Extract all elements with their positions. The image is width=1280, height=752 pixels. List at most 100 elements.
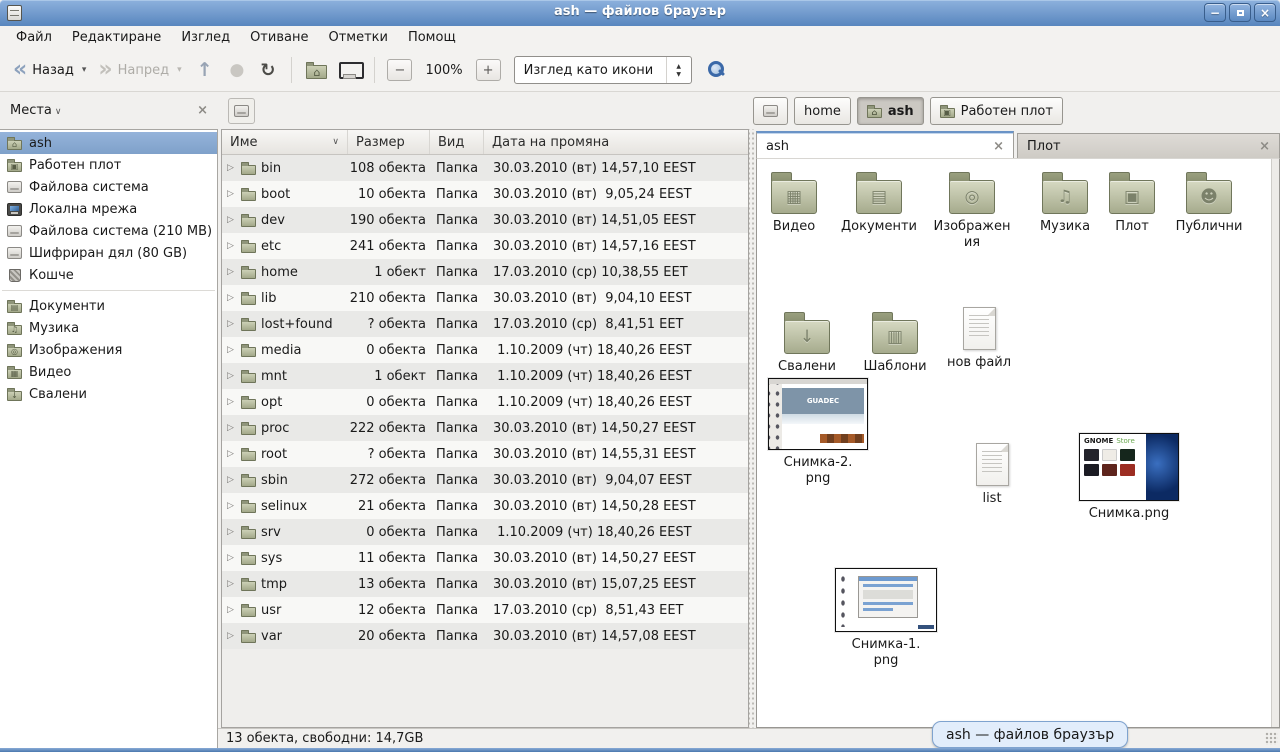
- computer-button[interactable]: [334, 58, 365, 83]
- path-button-desktop[interactable]: ▣ Работен плот: [930, 97, 1063, 125]
- icon-view-pane[interactable]: ▦ Видео ▤ Документи ◎ Изображения ♫ Музи…: [756, 158, 1280, 728]
- expander-icon[interactable]: ▷: [227, 475, 236, 485]
- minimize-button[interactable]: −: [1204, 3, 1226, 22]
- titlebar[interactable]: ash — файлов браузър − ×: [0, 0, 1280, 26]
- expander-icon[interactable]: ▷: [227, 319, 236, 329]
- resize-grip[interactable]: [1265, 732, 1278, 745]
- expander-icon[interactable]: ▷: [227, 605, 236, 615]
- expander-icon[interactable]: ▷: [227, 397, 236, 407]
- sidebar-item-documents[interactable]: ▤Документи: [0, 295, 217, 317]
- table-row[interactable]: ▷lost+found? обектаПапка17.03.2010 (ср) …: [222, 311, 748, 337]
- file-icon-list[interactable]: list: [961, 443, 1023, 507]
- path-button-home[interactable]: home: [794, 97, 851, 125]
- file-icon-snimka[interactable]: GNOMEStore Снимка.png: [1075, 433, 1183, 522]
- menu-go[interactable]: Отиване: [240, 27, 318, 48]
- table-row[interactable]: ▷srv0 обектаПапка 1.10.2009 (чт) 18,40,2…: [222, 519, 748, 545]
- column-header-size[interactable]: Размер: [348, 130, 430, 154]
- menu-help[interactable]: Помощ: [398, 27, 466, 48]
- column-header-name[interactable]: Име∨: [222, 130, 348, 154]
- file-icon-snimka-2[interactable]: GUADEC Снимка-2.png: [767, 378, 869, 487]
- table-row[interactable]: ▷sys11 обектаПапка30.03.2010 (вт) 14,50,…: [222, 545, 748, 571]
- sidebar-item-network[interactable]: Локална мрежа: [0, 198, 217, 220]
- file-icon-public[interactable]: ☻ Публични: [1163, 171, 1255, 235]
- sidebar-item-images[interactable]: ◎Изображения: [0, 339, 217, 361]
- table-row[interactable]: ▷media0 обектаПапка 1.10.2009 (чт) 18,40…: [222, 337, 748, 363]
- expander-icon[interactable]: ▷: [227, 631, 236, 641]
- close-button[interactable]: ×: [1254, 3, 1276, 22]
- back-button[interactable]: « Назад ▾: [8, 58, 91, 82]
- pane-splitter[interactable]: [749, 129, 756, 728]
- menu-view[interactable]: Изглед: [171, 27, 240, 48]
- expander-icon[interactable]: ▷: [227, 163, 236, 173]
- file-icon-snimka-1[interactable]: Снимка-1.png: [834, 568, 938, 669]
- table-row[interactable]: ▷opt0 обектаПапка 1.10.2009 (чт) 18,40,2…: [222, 389, 748, 415]
- zoom-out-button[interactable]: −: [387, 59, 412, 81]
- sidebar-item-ash[interactable]: ⌂ash: [0, 132, 217, 154]
- expander-icon[interactable]: ▷: [227, 241, 236, 251]
- expander-icon[interactable]: ▷: [227, 345, 236, 355]
- sidebar-item-video[interactable]: ▦Видео: [0, 361, 217, 383]
- table-row[interactable]: ▷home1 обектПапка17.03.2010 (ср) 10,38,5…: [222, 259, 748, 285]
- expander-icon[interactable]: ▷: [227, 215, 236, 225]
- file-icon-video[interactable]: ▦ Видео: [759, 171, 829, 235]
- path-button-filesystem[interactable]: [753, 97, 788, 125]
- sidebar-item-downloads[interactable]: ↓Свалени: [0, 383, 217, 405]
- table-row[interactable]: ▷var20 обектаПапка30.03.2010 (вт) 14,57,…: [222, 623, 748, 649]
- table-row[interactable]: ▷selinux21 обектаПапка30.03.2010 (вт) 14…: [222, 493, 748, 519]
- path-button-ash[interactable]: ⌂ ash: [857, 97, 924, 125]
- sidebar-item-encrypted-80gb[interactable]: Шифриран дял (80 GB): [0, 242, 217, 264]
- maximize-button[interactable]: [1229, 3, 1251, 22]
- sidebar-close-icon[interactable]: ×: [197, 103, 208, 118]
- table-row[interactable]: ▷boot10 обектаПапка30.03.2010 (вт) 9,05,…: [222, 181, 748, 207]
- table-row[interactable]: ▷mnt1 обектПапка 1.10.2009 (чт) 18,40,26…: [222, 363, 748, 389]
- file-icon-desktop[interactable]: ▣ Плот: [1101, 171, 1163, 235]
- reload-button[interactable]: ↻: [253, 57, 282, 84]
- expander-icon[interactable]: ▷: [227, 501, 236, 511]
- expander-icon[interactable]: ▷: [227, 267, 236, 277]
- file-icon-music[interactable]: ♫ Музика: [1025, 171, 1105, 235]
- tab-close-icon[interactable]: ×: [993, 139, 1004, 154]
- table-row[interactable]: ▷bin108 обектаПапка30.03.2010 (вт) 14,57…: [222, 155, 748, 181]
- spinner-icon[interactable]: ▲ ▼: [666, 57, 691, 83]
- table-row[interactable]: ▷lib210 обектаПапка30.03.2010 (вт) 9,04,…: [222, 285, 748, 311]
- table-row[interactable]: ▷proc222 обектаПапка30.03.2010 (вт) 14,5…: [222, 415, 748, 441]
- tab-close-icon[interactable]: ×: [1259, 139, 1270, 154]
- zoom-in-button[interactable]: +: [476, 59, 501, 81]
- expander-icon[interactable]: ▷: [227, 527, 236, 537]
- sidebar-item-desktop[interactable]: ▣Работен плот: [0, 154, 217, 176]
- table-row[interactable]: ▷etc241 обектаПапка30.03.2010 (вт) 14,57…: [222, 233, 748, 259]
- expander-icon[interactable]: ▷: [227, 423, 236, 433]
- tree-root-button[interactable]: [228, 98, 255, 124]
- home-button[interactable]: ⌂: [301, 57, 332, 83]
- view-mode-select[interactable]: Изглед като икони ▲ ▼: [514, 56, 692, 84]
- expander-icon[interactable]: ▷: [227, 371, 236, 381]
- file-icon-templates[interactable]: ▥ Шаблони: [853, 311, 937, 375]
- sidebar-item-music[interactable]: ♫Музика: [0, 317, 217, 339]
- expander-icon[interactable]: ▷: [227, 189, 236, 199]
- menu-bookmarks[interactable]: Отметки: [318, 27, 397, 48]
- tab-ash[interactable]: ash ×: [756, 131, 1014, 159]
- expander-icon[interactable]: ▷: [227, 293, 236, 303]
- sidebar-item-trash[interactable]: Кошче: [0, 264, 217, 286]
- sidebar-item-filesystem-210mb[interactable]: Файлова система (210 MB): [0, 220, 217, 242]
- column-header-type[interactable]: Вид: [430, 130, 484, 154]
- file-icon-downloads[interactable]: ↓ Свалени: [765, 311, 849, 375]
- up-button[interactable]: ↑: [189, 58, 221, 82]
- sidebar-item-filesystem[interactable]: Файлова система: [0, 176, 217, 198]
- column-header-date[interactable]: Дата на промяна: [484, 130, 748, 154]
- menu-file[interactable]: Файл: [6, 27, 62, 48]
- file-icon-documents[interactable]: ▤ Документи: [833, 171, 925, 235]
- file-icon-images[interactable]: ◎ Изображения: [933, 171, 1011, 251]
- file-icon-new-file[interactable]: нов файл: [941, 307, 1017, 371]
- expander-icon[interactable]: ▷: [227, 579, 236, 589]
- table-row[interactable]: ▷dev190 обектаПапка30.03.2010 (вт) 14,51…: [222, 207, 748, 233]
- table-row[interactable]: ▷sbin272 обектаПапка30.03.2010 (вт) 9,04…: [222, 467, 748, 493]
- menu-edit[interactable]: Редактиране: [62, 27, 171, 48]
- table-row[interactable]: ▷usr12 обектаПапка17.03.2010 (ср) 8,51,4…: [222, 597, 748, 623]
- expander-icon[interactable]: ▷: [227, 449, 236, 459]
- vertical-scrollbar[interactable]: [1271, 159, 1279, 727]
- search-icon[interactable]: [708, 61, 726, 79]
- table-row[interactable]: ▷root? обектаПапка30.03.2010 (вт) 14,55,…: [222, 441, 748, 467]
- expander-icon[interactable]: ▷: [227, 553, 236, 563]
- back-dropdown-icon[interactable]: ▾: [82, 65, 87, 75]
